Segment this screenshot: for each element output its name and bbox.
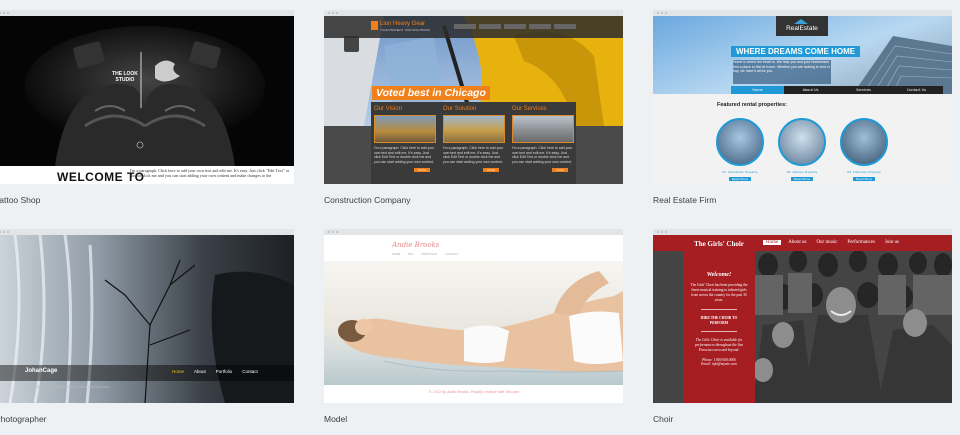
- intro-text: The Girls' Choir has been providing the …: [690, 283, 748, 302]
- choir-title: The Girls' Choir: [694, 240, 744, 248]
- divider: [701, 331, 737, 332]
- brand-tagline: YOUR PROJECT. OUR SOLUTIONS.: [380, 28, 431, 32]
- template-thumbnail[interactable]: Lion Heavy Gear YOUR PROJECT. OUR SOLUTI…: [324, 16, 623, 184]
- footer-text: © 2023 by Johan Cage. Proudly created wi…: [25, 385, 109, 389]
- column-solution: Our Solution I'm a paragraph. Click here…: [443, 106, 505, 172]
- hero-text: Home is where the heart is. We help you …: [733, 60, 831, 84]
- property-image: [716, 118, 764, 166]
- footer-text: © 2023 by Andie Brooks. Proudly created …: [428, 390, 520, 394]
- more-button[interactable]: more: [552, 168, 568, 172]
- column-vision: Our Vision I'm a paragraph. Click here t…: [374, 106, 436, 172]
- logo-text: RealEstate: [786, 25, 818, 32]
- template-thumbnail[interactable]: THE LOOK STUDIO WELCOME TO I'm a paragra…: [0, 16, 294, 184]
- nav-portfolio[interactable]: Portfolio: [216, 369, 233, 374]
- roof-icon: [794, 19, 808, 24]
- property-card[interactable]: 03. Suburban Property Read More: [839, 118, 889, 181]
- template-card-model[interactable]: Andie Brooks HOME BIO PORTFOLIO CONTACT …: [324, 229, 623, 424]
- nav-home[interactable]: Home: [731, 86, 784, 94]
- sidebar-panel: The Girls' Choir Welcome! The Girls' Cho…: [683, 235, 755, 403]
- divider: [701, 309, 737, 310]
- logo-text: THE LOOK STUDIO: [112, 71, 138, 83]
- nav-menu: Home About Portfolio Contact: [172, 369, 258, 374]
- nav-menu: Home About us Our music Performances Joi…: [763, 240, 902, 245]
- brand-name: Lion Heavy Gear: [380, 21, 426, 27]
- welcome-heading: Welcome!: [706, 272, 732, 278]
- property-card[interactable]: 02. Uptown Property Read More: [777, 118, 827, 181]
- tattoo-hands-illustration: [0, 16, 294, 166]
- column-image: [512, 115, 574, 143]
- nav-contact[interactable]: Contact Us: [890, 86, 943, 94]
- property-image: [778, 118, 826, 166]
- nav-bio[interactable]: BIO: [409, 252, 414, 256]
- nav-bar: Home About Us Services Contact Us: [731, 86, 943, 94]
- nav-portfolio[interactable]: PORTFOLIO: [421, 252, 437, 256]
- hero-heading: WHERE DREAMS COME HOME: [731, 46, 861, 57]
- template-card-construction-company[interactable]: Lion Heavy Gear YOUR PROJECT. OUR SOLUTI…: [324, 10, 623, 205]
- nav-home[interactable]: HOME: [392, 252, 401, 256]
- headline: Voted best in Chicago: [372, 86, 490, 100]
- read-more-button[interactable]: Read More: [791, 177, 813, 181]
- column-image: [374, 115, 436, 143]
- template-card-choir[interactable]: Home About us Our music Performances Joi…: [653, 229, 952, 424]
- nav-contact[interactable]: CONTACT: [445, 252, 458, 256]
- more-button[interactable]: more: [483, 168, 499, 172]
- email-text: Email: info@mysite.com: [701, 362, 737, 366]
- template-thumbnail[interactable]: Home About us Our music Performances Joi…: [653, 235, 952, 403]
- template-thumbnail[interactable]: JohanCage Home About Portfolio Contact ©…: [0, 235, 294, 403]
- model-photo: [324, 261, 623, 385]
- hire-text: The Girls' Choir is available for perfor…: [694, 338, 744, 352]
- template-card-photographer[interactable]: JohanCage Home About Portfolio Contact ©…: [0, 229, 294, 424]
- nav-join[interactable]: Join us: [882, 240, 902, 245]
- template-thumbnail[interactable]: RealEstate WHERE DREAMS COME HOME Home i…: [653, 16, 952, 184]
- nav-music[interactable]: Our music: [813, 240, 840, 245]
- template-card-real-estate-firm[interactable]: RealEstate WHERE DREAMS COME HOME Home i…: [653, 10, 952, 205]
- template-caption[interactable]: Real Estate Firm: [653, 195, 952, 205]
- hire-link[interactable]: HIRE THE CHOIR TO PERFORM: [697, 316, 741, 326]
- nav-contact[interactable]: Contact: [242, 369, 258, 374]
- featured-heading: Featured rental properties:: [717, 102, 787, 108]
- read-more-button[interactable]: Read More: [853, 177, 875, 181]
- site-name: JohanCage: [25, 368, 58, 374]
- template-caption[interactable]: Photographer: [0, 414, 294, 424]
- nav-services[interactable]: Services: [837, 86, 890, 94]
- nav-about[interactable]: About: [194, 369, 206, 374]
- nav-about[interactable]: About Us: [784, 86, 837, 94]
- template-card-tattoo-shop[interactable]: THE LOOK STUDIO WELCOME TO I'm a paragra…: [0, 10, 294, 205]
- more-button[interactable]: more: [414, 168, 430, 172]
- template-thumbnail[interactable]: Andie Brooks HOME BIO PORTFOLIO CONTACT …: [324, 235, 623, 403]
- column-image: [443, 115, 505, 143]
- nav-about[interactable]: About us: [785, 240, 809, 245]
- template-caption[interactable]: Construction Company: [324, 195, 623, 205]
- template-caption[interactable]: Choir: [653, 414, 952, 424]
- column-services: Our Services I'm a paragraph. Click here…: [512, 106, 574, 172]
- template-caption[interactable]: Model: [324, 414, 623, 424]
- nav-home[interactable]: Home: [172, 369, 184, 374]
- property-image: [840, 118, 888, 166]
- nav-home[interactable]: Home: [763, 240, 782, 245]
- template-caption[interactable]: Tattoo Shop: [0, 195, 294, 205]
- site-name: Andie Brooks: [392, 241, 440, 249]
- paragraph-text: I'm a paragraph. Click here to add your …: [130, 168, 290, 178]
- nav-menu: HOME BIO PORTFOLIO CONTACT: [392, 252, 458, 256]
- read-more-button[interactable]: Read More: [729, 177, 751, 181]
- property-card[interactable]: 01. Downtown Property Read More: [715, 118, 765, 181]
- nav-performances[interactable]: Performances: [844, 240, 878, 245]
